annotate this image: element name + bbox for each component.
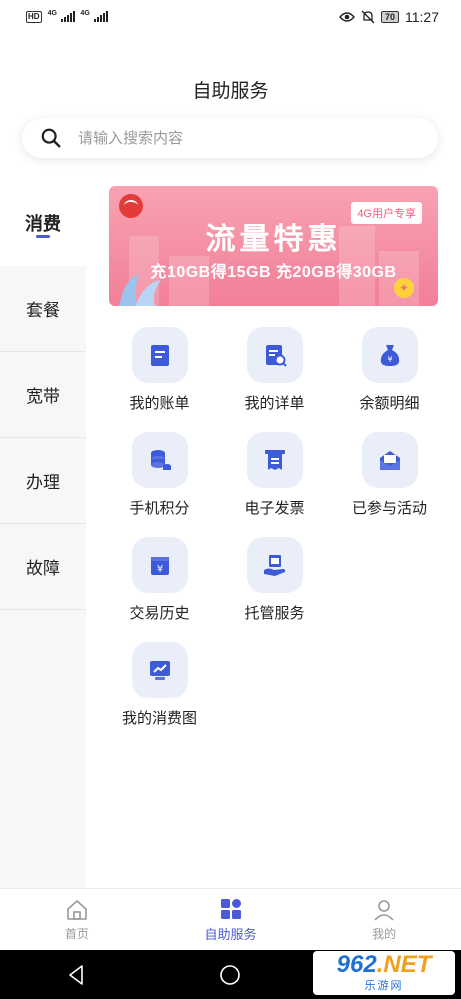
- signal-icon-2: 4G: [81, 10, 108, 25]
- search-bar[interactable]: [22, 118, 438, 158]
- service-my-detail[interactable]: 我的详单: [217, 327, 332, 427]
- service-label: 我的详单: [244, 395, 305, 412]
- grid-icon: [220, 898, 241, 919]
- sidebar-item-handle[interactable]: 办理: [0, 438, 86, 524]
- sidebar-item-fault[interactable]: 故障: [0, 524, 86, 610]
- invoice-icon: [264, 450, 285, 470]
- service-label: 电子发票: [244, 500, 305, 517]
- service-joined-activities[interactable]: 已参与活动: [332, 432, 447, 532]
- detail-list-icon: [265, 345, 287, 367]
- clock: 11:27: [405, 9, 439, 25]
- tab-mine[interactable]: 我的: [307, 889, 461, 950]
- service-icon-wrap: [246, 537, 303, 593]
- mail-icon: [379, 451, 400, 470]
- runner-icon: ✦: [394, 278, 414, 298]
- sidebar-item-consumption[interactable]: 消费: [0, 180, 86, 266]
- service-label: 我的账单: [129, 395, 190, 412]
- sidebar-item-label: 宽带: [26, 387, 60, 406]
- battery-indicator: 70: [380, 11, 399, 23]
- sidebar-item-label: 消费: [25, 214, 61, 234]
- network-label: 4G: [47, 9, 57, 17]
- service-label: 已参与活动: [351, 500, 427, 517]
- sidebar-item-label: 套餐: [26, 301, 60, 320]
- svg-text:¥: ¥: [387, 355, 392, 364]
- service-icon-wrap: [131, 327, 188, 383]
- eye-icon: [339, 12, 355, 22]
- service-label: 托管服务: [244, 605, 305, 622]
- bell-muted-icon: [361, 10, 375, 24]
- chart-icon: [149, 661, 170, 680]
- bill-icon: [150, 345, 169, 366]
- service-label: 我的消费图: [121, 710, 197, 727]
- promo-banner[interactable]: 4G用户专享 流量特惠 充10GB得15GB 充20GB得30GB ✦: [109, 186, 438, 306]
- tab-home[interactable]: 首页: [0, 889, 154, 950]
- service-icon-wrap: [361, 432, 418, 488]
- tab-self-service[interactable]: 自助服务: [154, 889, 308, 950]
- svg-text:¥: ¥: [156, 564, 162, 575]
- watermark-number: 962: [336, 951, 377, 978]
- network-label-2: 4G: [80, 9, 90, 17]
- service-icon-wrap: ¥: [131, 537, 188, 593]
- banner-title: 流量特惠: [205, 223, 342, 256]
- site-watermark: 962.NET 乐游网: [313, 951, 455, 995]
- service-icon-wrap: [131, 432, 188, 488]
- watermark-domain: .NET: [376, 951, 432, 978]
- home-circle-icon[interactable]: [218, 963, 242, 987]
- tab-label: 自助服务: [204, 926, 257, 942]
- category-sidebar: 消费 套餐 宽带 办理 故障: [0, 180, 86, 888]
- search-icon: [41, 128, 61, 148]
- sidebar-item-label: 故障: [26, 559, 60, 578]
- page-title: 自助服务: [192, 81, 269, 102]
- sidebar-item-package[interactable]: 套餐: [0, 266, 86, 352]
- home-icon: [67, 899, 87, 920]
- search-input[interactable]: [78, 129, 378, 147]
- status-left: HD 4G 4G: [26, 10, 108, 25]
- watermark-logo: 962.NET: [337, 953, 432, 977]
- bottom-nav: 首页 自助服务 我的: [0, 888, 461, 950]
- service-icon-wrap: [131, 642, 188, 698]
- signal-icon: 4G: [48, 10, 75, 25]
- active-indicator: [36, 235, 50, 238]
- hosting-icon: [263, 555, 285, 576]
- yuan-wallet-icon: ¥: [150, 557, 169, 575]
- service-label: 余额明细: [359, 395, 420, 412]
- service-icon-wrap: [246, 327, 303, 383]
- sidebar-item-label: 办理: [26, 473, 60, 492]
- service-e-invoice[interactable]: 电子发票: [217, 432, 332, 532]
- tab-label: 我的: [372, 926, 397, 941]
- coins-icon: [150, 450, 171, 470]
- watermark-text: 乐游网: [364, 980, 404, 992]
- service-phone-points[interactable]: 手机积分: [102, 432, 217, 532]
- service-icon-wrap: ¥: [361, 327, 418, 383]
- service-balance-detail[interactable]: ¥ 余额明细: [332, 327, 447, 427]
- service-my-consumption-chart[interactable]: 我的消费图: [102, 642, 217, 742]
- service-transaction-history[interactable]: ¥ 交易历史: [102, 537, 217, 637]
- leaf-icon: [119, 274, 161, 306]
- tab-label: 首页: [64, 926, 89, 941]
- money-bag-icon: ¥: [380, 345, 399, 366]
- service-hosting[interactable]: 托管服务: [217, 537, 332, 637]
- status-right: 70 11:27: [339, 9, 439, 25]
- back-icon[interactable]: [65, 963, 89, 987]
- service-label: 手机积分: [129, 500, 190, 517]
- hd-badge: HD: [26, 11, 42, 23]
- service-icon-wrap: [246, 432, 303, 488]
- status-bar: HD 4G 4G 70 11:27: [0, 0, 461, 34]
- sidebar-item-broadband[interactable]: 宽带: [0, 352, 86, 438]
- service-my-bill[interactable]: 我的账单: [102, 327, 217, 427]
- app-screen: HD 4G 4G 70 11:27 自助服务 请输入搜索内容 消费 套餐 宽带 …: [0, 0, 461, 999]
- user-icon: [374, 899, 394, 921]
- service-label: 交易历史: [129, 605, 190, 622]
